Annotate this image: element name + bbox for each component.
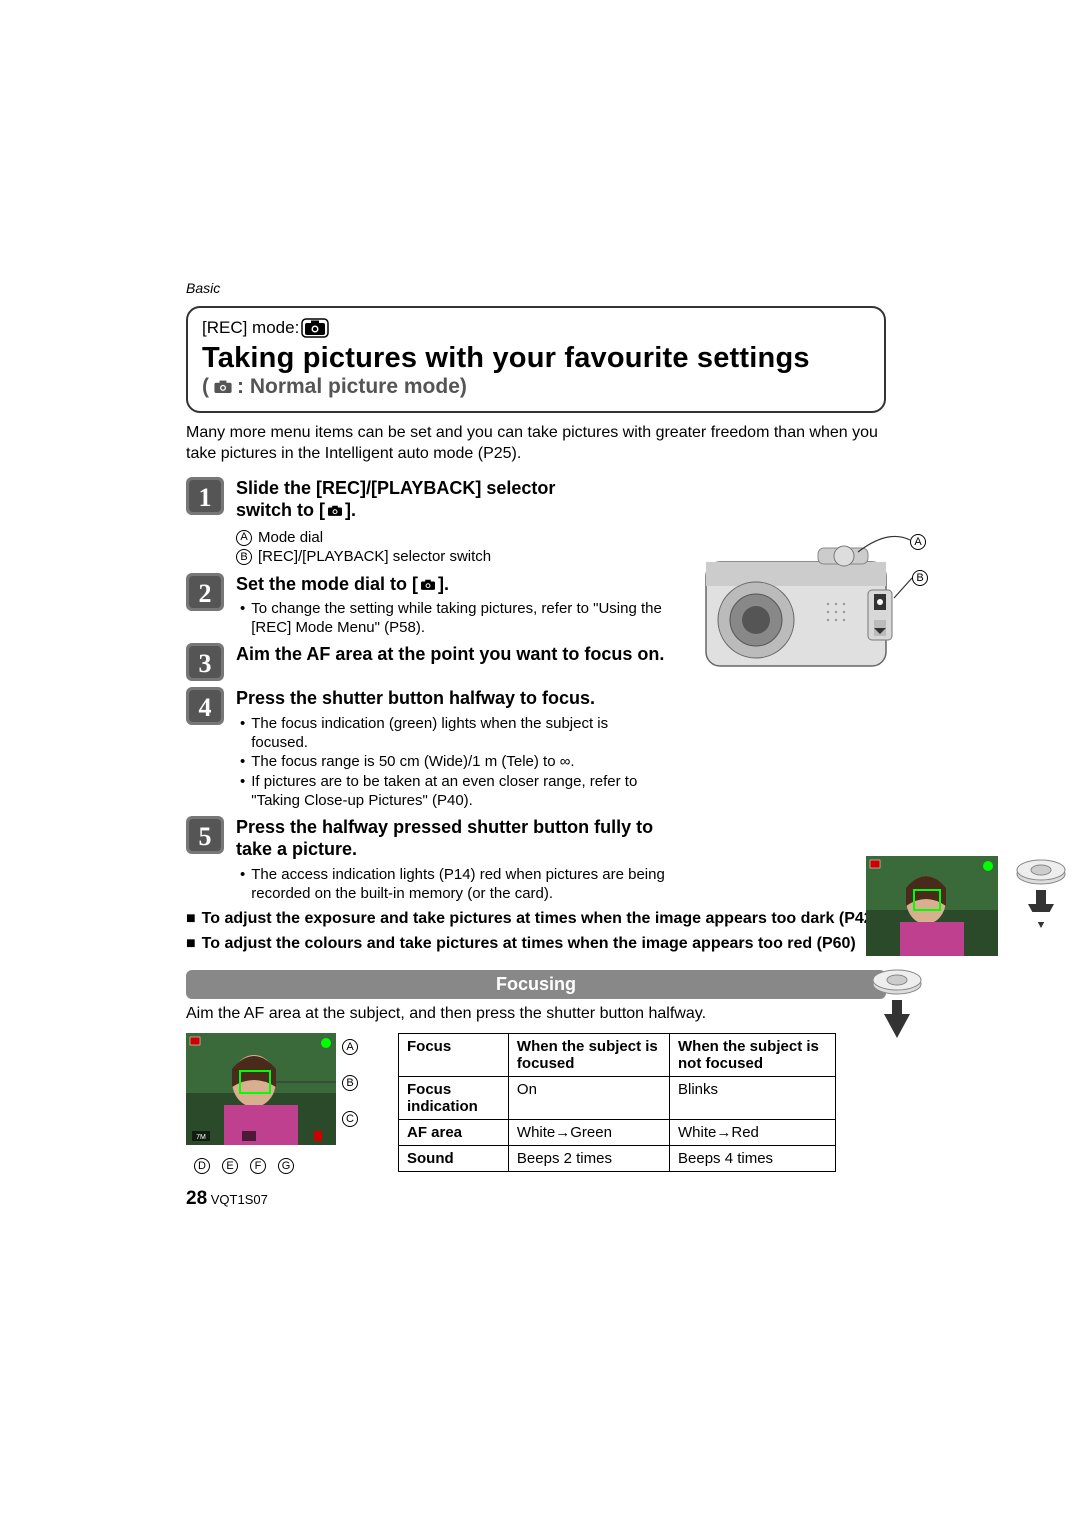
step-number-icon: 2	[186, 573, 224, 611]
step-bullets: To change the setting while taking pictu…	[236, 599, 666, 637]
svg-text:4: 4	[199, 693, 212, 722]
svg-text:7M: 7M	[196, 1134, 206, 1141]
step-number-icon: 5	[186, 816, 224, 854]
table-row: AF area White→Green White→Red	[399, 1120, 836, 1146]
sample-image-block: 7M A B C D E F G	[186, 1033, 364, 1174]
svg-text:2: 2	[199, 579, 212, 608]
step-number-icon: 4	[186, 687, 224, 725]
notes: To adjust the exposure and take pictures…	[186, 909, 886, 954]
intro-text: Many more menu items can be set and you …	[186, 423, 886, 465]
table-header: Focus	[399, 1034, 509, 1077]
camera-icon	[325, 504, 345, 518]
callout-letter: A	[342, 1039, 358, 1055]
page-title: Taking pictures with your favourite sett…	[202, 342, 870, 375]
camera-icon	[211, 378, 235, 396]
page-subtitle: ( : Normal picture mode)	[202, 375, 870, 399]
sample-photo: 7M	[186, 1033, 336, 1145]
step-bullets: The access indication lights (P14) red w…	[236, 865, 666, 903]
camera-icon	[418, 578, 438, 592]
svg-text:5: 5	[199, 822, 212, 851]
press-fully-illustration	[866, 966, 928, 1049]
table-row: Focus indication On Blinks	[399, 1077, 836, 1120]
step-number-icon: 1	[186, 477, 224, 515]
table-row: Sound Beeps 2 times Beeps 4 times	[399, 1146, 836, 1172]
focus-table: Focus When the subject is focused When t…	[398, 1033, 836, 1172]
step-title: Press the halfway pressed shutter button…	[236, 817, 653, 860]
note-item: To adjust the exposure and take pictures…	[186, 909, 886, 929]
camera-icon	[301, 318, 329, 338]
page-footer: 28 VQT1S07	[186, 1188, 268, 1210]
shutter-full-icon	[866, 966, 928, 1044]
step-bullets: The focus indication (green) lights when…	[236, 714, 666, 810]
section-heading-focusing: Focusing	[186, 970, 886, 999]
step-number-icon: 3	[186, 643, 224, 681]
step-title: Slide the [REC]/[PLAYBACK] selector swit…	[236, 478, 555, 521]
step-5: 5 Press the halfway pressed shutter butt…	[186, 816, 886, 903]
callout-letter: B	[342, 1075, 358, 1091]
callout-letter: E	[222, 1158, 238, 1174]
table-header: When the subject is focused	[508, 1034, 669, 1077]
note-item: To adjust the colours and take pictures …	[186, 934, 886, 954]
callout-a: A	[910, 534, 926, 550]
svg-text:3: 3	[199, 649, 212, 678]
svg-text:1: 1	[199, 483, 212, 512]
focusing-intro: Aim the AF area at the subject, and then…	[186, 1005, 886, 1023]
callout-b: B	[912, 570, 928, 586]
camera-diagram: A B	[698, 534, 932, 684]
step-legend: AMode dial B[REC]/[PLAYBACK] selector sw…	[236, 528, 606, 567]
title-box: [REC] mode: Taking pictures with your fa…	[186, 306, 886, 413]
callout-letter: F	[250, 1158, 266, 1174]
table-row: Focus When the subject is focused When t…	[399, 1034, 836, 1077]
step-4: 4 Press the shutter button halfway to fo…	[186, 687, 886, 809]
rec-mode-label: [REC] mode:	[202, 318, 870, 338]
step-title: Aim the AF area at the point you want to…	[236, 644, 664, 664]
running-head: Basic	[186, 280, 886, 296]
table-header: When the subject is not focused	[670, 1034, 836, 1077]
step-title: Set the mode dial to [].	[236, 574, 449, 594]
sample-photo	[866, 856, 998, 956]
callout-letter: C	[342, 1111, 358, 1127]
callout-letter: G	[278, 1158, 294, 1174]
step-title: Press the shutter button halfway to focu…	[236, 688, 595, 708]
press-halfway-illustration	[866, 856, 1072, 956]
shutter-half-icon	[1010, 856, 1072, 934]
callout-letter: D	[194, 1158, 210, 1174]
